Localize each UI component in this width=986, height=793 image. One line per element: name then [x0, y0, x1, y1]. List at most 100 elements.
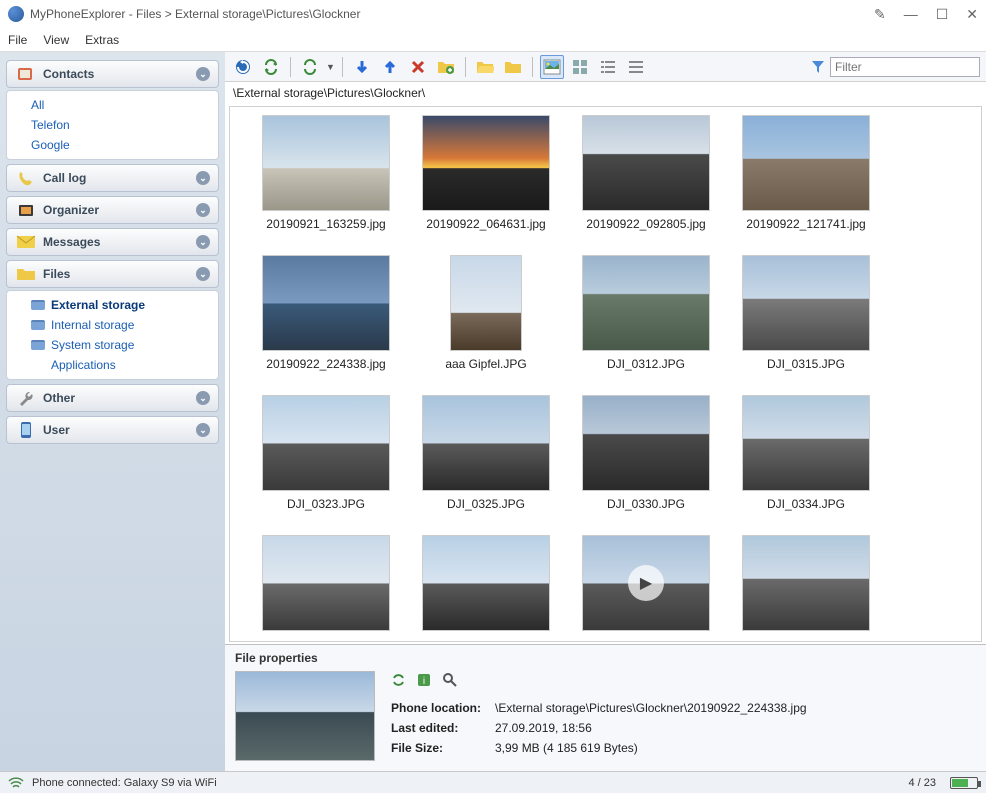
- file-thumbnail[interactable]: aaa Gipfel.JPG: [406, 255, 566, 371]
- main-panel: ▼ \External storage\Pictures\Glockner\ 2…: [225, 52, 986, 771]
- folder-button[interactable]: [501, 55, 525, 79]
- properties-title: File properties: [235, 651, 976, 665]
- status-count: 4 / 23: [900, 777, 944, 789]
- status-connected: Phone connected: Galaxy S9 via WiFi: [24, 777, 225, 789]
- sidebar-item-applications[interactable]: Applications: [7, 355, 218, 375]
- file-thumbnail[interactable]: DJI_0312.JPG: [566, 255, 726, 371]
- file-thumbnail[interactable]: DJI_0334.JPG: [726, 395, 886, 511]
- sync2-button[interactable]: [298, 55, 322, 79]
- file-thumbnail[interactable]: 20190922_092805.jpg: [566, 115, 726, 231]
- sidebar-item-all[interactable]: All: [7, 95, 218, 115]
- sidebar-header-contacts[interactable]: Contacts ⌄: [6, 60, 219, 88]
- dropdown-arrow[interactable]: ▼: [326, 62, 335, 72]
- prop-size-label: File Size:: [391, 739, 493, 757]
- sidebar-header-other[interactable]: Other ⌄: [6, 384, 219, 412]
- prop-edited-value: 27.09.2019, 18:56: [495, 719, 819, 737]
- battery-icon: [950, 777, 978, 789]
- prop-search-icon[interactable]: [441, 671, 459, 689]
- statusbar: Phone connected: Galaxy S9 via WiFi 4 / …: [0, 771, 986, 793]
- play-icon: ▶: [628, 565, 664, 601]
- file-thumbnail[interactable]: 20190922_064631.jpg: [406, 115, 566, 231]
- sidebar-header-organizer[interactable]: Organizer ⌄: [6, 196, 219, 224]
- sidebar-item-google[interactable]: Google: [7, 135, 218, 155]
- disk-icon: [31, 320, 45, 330]
- sidebar-item-telefon[interactable]: Telefon: [7, 115, 218, 135]
- file-thumbnail[interactable]: DJI_0330.JPG: [566, 395, 726, 511]
- file-name-label: DJI_0315.JPG: [767, 357, 845, 371]
- prop-size-value: 3,99 MB (4 185 619 Bytes): [495, 739, 819, 757]
- file-thumbnail[interactable]: [406, 535, 566, 637]
- prop-location-label: Phone location:: [391, 699, 493, 717]
- file-thumbnail[interactable]: DJI_0325.JPG: [406, 395, 566, 511]
- minimize-button[interactable]: —: [904, 6, 918, 23]
- window-title: MyPhoneExplorer - Files > External stora…: [30, 7, 360, 21]
- file-name-label: 20190922_092805.jpg: [586, 217, 705, 231]
- filter-icon[interactable]: [810, 59, 826, 75]
- prop-info-icon[interactable]: i: [415, 671, 433, 689]
- sidebar-header-calllog[interactable]: Call log ⌄: [6, 164, 219, 192]
- sidebar-header-user[interactable]: User ⌄: [6, 416, 219, 444]
- organizer-icon: [15, 201, 37, 219]
- delete-button[interactable]: [406, 55, 430, 79]
- file-name-label: DJI_0325.JPG: [447, 497, 525, 511]
- sidebar-item-internal-storage[interactable]: Internal storage: [7, 315, 218, 335]
- disk-icon: [31, 340, 45, 350]
- file-thumbnail[interactable]: [246, 535, 406, 637]
- filter-input[interactable]: [830, 57, 980, 77]
- close-button[interactable]: ✕: [966, 6, 978, 23]
- file-grid-scroll[interactable]: 20190921_163259.jpg 20190922_064631.jpg 20…: [229, 106, 982, 642]
- sidebar-item-system-storage[interactable]: System storage: [7, 335, 218, 355]
- chevron-down-icon: ⌄: [196, 423, 210, 437]
- file-thumbnail[interactable]: DJI_0323.JPG: [246, 395, 406, 511]
- sidebar-header-messages[interactable]: Messages ⌄: [6, 228, 219, 256]
- menubar: File View Extras: [0, 28, 986, 52]
- file-thumbnail[interactable]: DJI_0315.JPG: [726, 255, 886, 371]
- folder-icon: [15, 265, 37, 283]
- file-name-label: DJI_0312.JPG: [607, 357, 685, 371]
- toolbar: ▼: [225, 52, 986, 82]
- refresh-button[interactable]: [231, 55, 255, 79]
- app-icon: [8, 6, 24, 22]
- sidebar-header-files[interactable]: Files ⌄: [6, 260, 219, 288]
- file-name-label: 20190922_224338.jpg: [266, 357, 385, 371]
- properties-panel: File properties i Phone location:\Extern…: [225, 644, 986, 771]
- edit-icon[interactable]: ✎: [874, 6, 886, 23]
- view-tiles-button[interactable]: [568, 55, 592, 79]
- prop-edited-label: Last edited:: [391, 719, 493, 737]
- file-name-label: aaa Gipfel.JPG: [445, 357, 526, 371]
- file-name-label: DJI_0323.JPG: [287, 497, 365, 511]
- view-thumbnails-button[interactable]: [540, 55, 564, 79]
- titlebar: MyPhoneExplorer - Files > External stora…: [0, 0, 986, 28]
- view-list-button[interactable]: [596, 55, 620, 79]
- file-grid: 20190921_163259.jpg 20190922_064631.jpg 20…: [246, 115, 977, 637]
- prop-location-value: \External storage\Pictures\Glockner\2019…: [495, 699, 819, 717]
- contacts-icon: [15, 65, 37, 83]
- view-details-button[interactable]: [624, 55, 648, 79]
- file-thumbnail[interactable]: 20190921_163259.jpg: [246, 115, 406, 231]
- menu-file[interactable]: File: [8, 33, 27, 47]
- chevron-down-icon: ⌄: [196, 235, 210, 249]
- prop-refresh-icon[interactable]: [389, 671, 407, 689]
- sidebar: Contacts ⌄ All Telefon Google Call log ⌄…: [0, 52, 225, 771]
- new-folder-button[interactable]: [434, 55, 458, 79]
- menu-extras[interactable]: Extras: [85, 33, 119, 47]
- folder-open-button[interactable]: [473, 55, 497, 79]
- chevron-down-icon: ⌄: [196, 391, 210, 405]
- file-name-label: 20190922_121741.jpg: [746, 217, 865, 231]
- sidebar-item-external-storage[interactable]: External storage: [7, 295, 218, 315]
- menu-view[interactable]: View: [43, 33, 69, 47]
- file-name-label: 20190921_163259.jpg: [266, 217, 385, 231]
- file-thumbnail[interactable]: [726, 535, 886, 637]
- wifi-icon: [8, 777, 24, 789]
- file-thumbnail[interactable]: 20190922_121741.jpg: [726, 115, 886, 231]
- file-thumbnail[interactable]: 20190922_224338.jpg: [246, 255, 406, 371]
- svg-text:i: i: [423, 676, 425, 687]
- maximize-button[interactable]: ☐: [936, 6, 949, 23]
- sync-button[interactable]: [259, 55, 283, 79]
- path-breadcrumb: \External storage\Pictures\Glockner\: [225, 82, 986, 104]
- file-thumbnail[interactable]: ▶: [566, 535, 726, 637]
- wrench-icon: [15, 389, 37, 407]
- upload-button[interactable]: [378, 55, 402, 79]
- download-button[interactable]: [350, 55, 374, 79]
- file-name-label: DJI_0334.JPG: [767, 497, 845, 511]
